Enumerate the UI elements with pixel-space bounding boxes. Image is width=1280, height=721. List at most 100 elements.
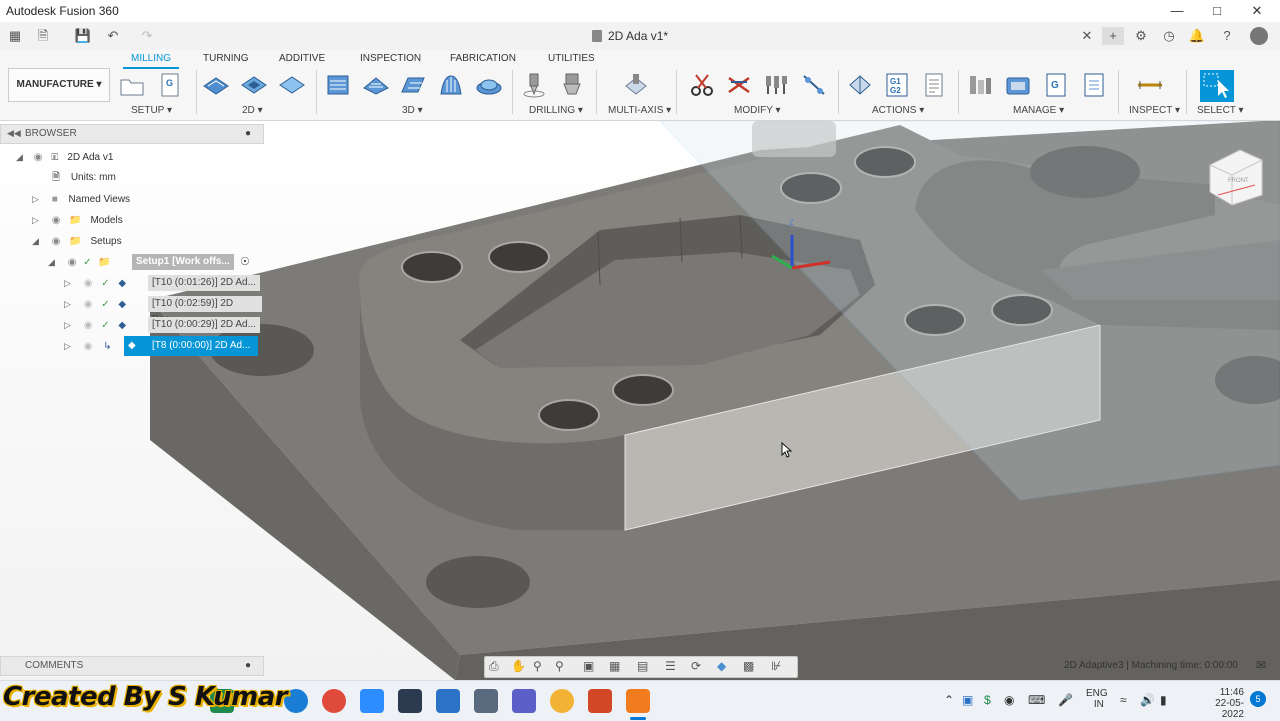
parallel-icon[interactable] — [399, 72, 427, 98]
tab-utilities[interactable]: UTILITIES — [548, 53, 595, 64]
post-library-icon[interactable]: G — [1042, 72, 1070, 98]
multi-axis-icon[interactable] — [622, 72, 650, 98]
language-indicator[interactable]: ENG IN — [1086, 688, 1108, 710]
document-tab-title[interactable]: 2D Ada v1* — [608, 29, 668, 43]
job-status-icon[interactable]: ◷ — [1160, 27, 1178, 45]
help-icon[interactable]: ? — [1218, 27, 1236, 45]
post-process-icon[interactable]: G1G2 — [883, 72, 911, 98]
battery-icon[interactable]: ▮ — [1160, 693, 1167, 707]
operation-label[interactable]: [T10 (0:00:29)] 2D Ad... — [148, 317, 260, 333]
tree-named-views[interactable]: ▷ ■ Named Views — [32, 189, 130, 209]
tree-operation[interactable]: ▷ ◉ ✓ ◆ [T10 (0:00:29)] 2D Ad... — [64, 315, 262, 335]
microphone-icon[interactable]: 🎤 — [1058, 693, 1073, 707]
group-2d-label[interactable]: 2D ▾ — [242, 105, 263, 116]
notification-count-badge[interactable]: 5 — [1250, 691, 1266, 707]
grid-icon[interactable]: ▦ — [609, 659, 620, 673]
browser-header[interactable]: ◀◀ BROWSER ● — [0, 124, 264, 144]
minimize-button[interactable]: — — [1162, 2, 1192, 20]
expand-icon[interactable]: ◢ — [48, 257, 55, 267]
group-3d-label[interactable]: 3D ▾ — [402, 105, 423, 116]
2d-adaptive-icon[interactable] — [202, 72, 230, 98]
wifi-icon[interactable]: ≈ — [1120, 693, 1127, 707]
fit-icon[interactable]: ⚲ — [555, 659, 564, 673]
file-menu-icon[interactable]: 🗎 — [34, 27, 52, 45]
operation-label[interactable]: [T8 (0:00:00)] 2D Ad... — [148, 338, 255, 354]
close-window-button[interactable]: ✕ — [1242, 2, 1272, 20]
stock-icon[interactable]: ☰ — [665, 659, 676, 673]
orbit-icon[interactable]: ⎙ — [489, 659, 499, 674]
delete-toolpath-icon[interactable] — [725, 72, 753, 98]
cut-icon[interactable] — [688, 72, 716, 98]
radial-icon[interactable] — [475, 72, 503, 98]
app-icon-fusion360[interactable] — [626, 689, 650, 713]
tree-root[interactable]: ◢ ◉ 🗉 2D Ada v1 — [16, 147, 256, 167]
eye-icon[interactable]: ◉ — [52, 236, 61, 247]
comments-bar[interactable]: COMMENTS ● — [0, 656, 264, 676]
app-icon-teams[interactable] — [512, 689, 536, 713]
group-manage-label[interactable]: MANAGE ▾ — [1013, 105, 1064, 116]
bore-icon[interactable] — [558, 72, 586, 98]
setup1-label[interactable]: Setup1 [Work offs... — [132, 254, 234, 270]
redo-icon[interactable]: ↷ — [138, 27, 156, 45]
2d-pocket-icon[interactable] — [240, 72, 268, 98]
eye-icon[interactable]: ◉ — [84, 320, 93, 331]
eye-icon[interactable]: ◉ — [84, 278, 93, 289]
group-setup-label[interactable]: SETUP ▾ — [131, 105, 172, 116]
simulate-icon[interactable] — [846, 72, 874, 98]
workspace-switcher[interactable]: MANUFACTURE ▾ — [8, 68, 110, 102]
maximize-button[interactable]: □ — [1202, 2, 1232, 20]
machine-library-icon[interactable] — [1004, 72, 1032, 98]
operation-label[interactable]: [T10 (0:01:26)] 2D Ad... — [148, 275, 260, 291]
tree-models[interactable]: ▷ ◉ 📁 Models — [32, 210, 123, 230]
browser-minimize-icon[interactable]: ● — [245, 128, 251, 139]
setup-g-code-icon[interactable]: G — [156, 72, 184, 98]
app-icon-terminal[interactable] — [398, 689, 422, 713]
save-icon[interactable]: 💾 — [74, 27, 92, 45]
tree-operation[interactable]: ▷ ◉ ✓ ◆ [T10 (0:02:59)] 2D Poc... — [64, 294, 262, 325]
3d-adaptive-icon[interactable] — [324, 72, 352, 98]
face-icon[interactable] — [278, 72, 306, 98]
expand-icon[interactable]: ◢ — [16, 152, 23, 162]
comment-icon[interactable]: ✉ — [1256, 658, 1266, 672]
undo-icon[interactable]: ↶ — [104, 27, 122, 45]
viewcube-face-label[interactable]: FRONT — [1228, 178, 1249, 184]
app-icon-powerpoint[interactable] — [588, 689, 612, 713]
tree-operation-selected[interactable]: ▷ ◉ ↳ ◆ [T8 (0:00:00)] 2D Ad... — [64, 336, 262, 356]
keyboard-icon[interactable]: ⌨ — [1028, 693, 1045, 707]
extensions-icon[interactable]: ⚙ — [1132, 27, 1150, 45]
eye-icon[interactable]: ◉ — [68, 257, 77, 268]
app-icon-chrome[interactable] — [322, 689, 346, 713]
app-icon-photos[interactable] — [474, 689, 498, 713]
tab-additive[interactable]: ADDITIVE — [279, 53, 325, 64]
expand-icon[interactable]: ▷ — [64, 320, 71, 330]
app-icon-chrome-canary[interactable] — [550, 689, 574, 713]
group-inspect-label[interactable]: INSPECT ▾ — [1129, 105, 1180, 116]
app-icon-mail[interactable] — [436, 689, 460, 713]
comments-toggle-icon[interactable]: ● — [245, 660, 251, 671]
template-library-icon[interactable] — [1080, 72, 1108, 98]
3d-pocket-icon[interactable] — [362, 72, 390, 98]
toolpath-display-icon[interactable]: ▩ — [743, 659, 754, 673]
group-drilling-label[interactable]: DRILLING ▾ — [529, 105, 583, 116]
expand-icon[interactable]: ▷ — [64, 299, 71, 309]
expand-icon[interactable]: ◢ — [32, 236, 39, 246]
tree-units[interactable]: 🗎 Units: mm — [52, 168, 116, 188]
tool-display-icon[interactable]: ⊮ — [771, 659, 781, 673]
expand-icon[interactable]: ▷ — [32, 215, 39, 225]
collapse-panel-icon[interactable]: ◀◀ — [7, 128, 21, 139]
eye-icon[interactable]: ◉ — [34, 152, 43, 163]
tree-setup1[interactable]: ◢ ◉ ✓ 📁 Setup1 [Work offs... ☉ — [48, 252, 258, 272]
group-modify-label[interactable]: MODIFY ▾ — [734, 105, 781, 116]
select-button[interactable] — [1200, 70, 1234, 102]
tab-inspection[interactable]: INSPECTION — [360, 53, 421, 64]
tray-currency-icon[interactable]: $ — [984, 693, 991, 707]
operation-label[interactable]: [T10 (0:02:59)] 2D Poc... — [148, 296, 262, 325]
group-select-label[interactable]: SELECT ▾ — [1197, 105, 1244, 116]
new-tab-icon[interactable]: + — [1102, 27, 1124, 45]
tree-operation[interactable]: ▷ ◉ ✓ ◆ [T10 (0:01:26)] 2D Ad... — [64, 273, 262, 293]
tray-eye-icon[interactable]: ◉ — [1004, 693, 1014, 707]
volume-icon[interactable]: 🔊 — [1140, 693, 1155, 707]
zoom-icon[interactable]: ⚲ — [533, 659, 542, 673]
avatar[interactable] — [1250, 27, 1268, 45]
refresh-icon[interactable]: ⟳ — [691, 659, 701, 673]
